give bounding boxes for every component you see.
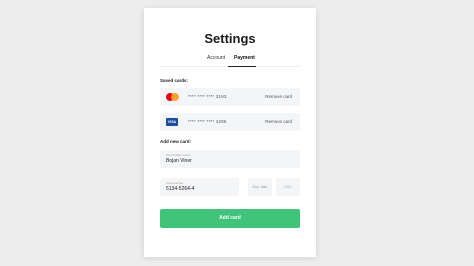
tab-bar: Account Payment (144, 54, 316, 68)
card-number-label: Card number (166, 181, 184, 185)
saved-card-row: **** **** **** 3193 Remove card (160, 88, 300, 106)
remove-card-button[interactable]: Remove card (265, 119, 292, 124)
cardholder-name-label: Card holder name (166, 153, 191, 157)
cardholder-name-value: Bojan Viner (166, 158, 192, 164)
card-number-value: 5134-5264-4 (166, 186, 195, 192)
saved-cards-label: Saved cards: (160, 78, 189, 83)
mastercard-icon (166, 93, 179, 101)
cvv-field[interactable]: CVV (276, 178, 300, 196)
add-card-button[interactable]: Add card (160, 209, 300, 228)
page-title: Settings (204, 31, 256, 46)
tab-payment[interactable]: Payment (234, 54, 255, 62)
expiry-date-placeholder: Exp. date (252, 185, 268, 189)
saved-card-row: VISA **** **** **** 4296 Remove card (160, 113, 300, 131)
card-number: **** **** **** 4296 (188, 119, 227, 124)
cvv-placeholder: CVV (284, 185, 292, 189)
card-number: **** **** **** 3193 (188, 94, 227, 99)
expiry-date-field[interactable]: Exp. date (248, 178, 272, 196)
add-new-card-label: Add new card: (160, 139, 192, 144)
card-number-field[interactable]: Card number 5134-5264-4 (160, 178, 239, 196)
tab-account[interactable]: Account (207, 54, 225, 62)
settings-panel: Settings Account Payment Saved cards: **… (144, 8, 316, 257)
cardholder-name-field[interactable]: Card holder name Bojan Viner (160, 150, 300, 168)
remove-card-button[interactable]: Remove card (265, 94, 292, 99)
visa-icon: VISA (166, 118, 178, 126)
active-tab-indicator (228, 66, 256, 67)
